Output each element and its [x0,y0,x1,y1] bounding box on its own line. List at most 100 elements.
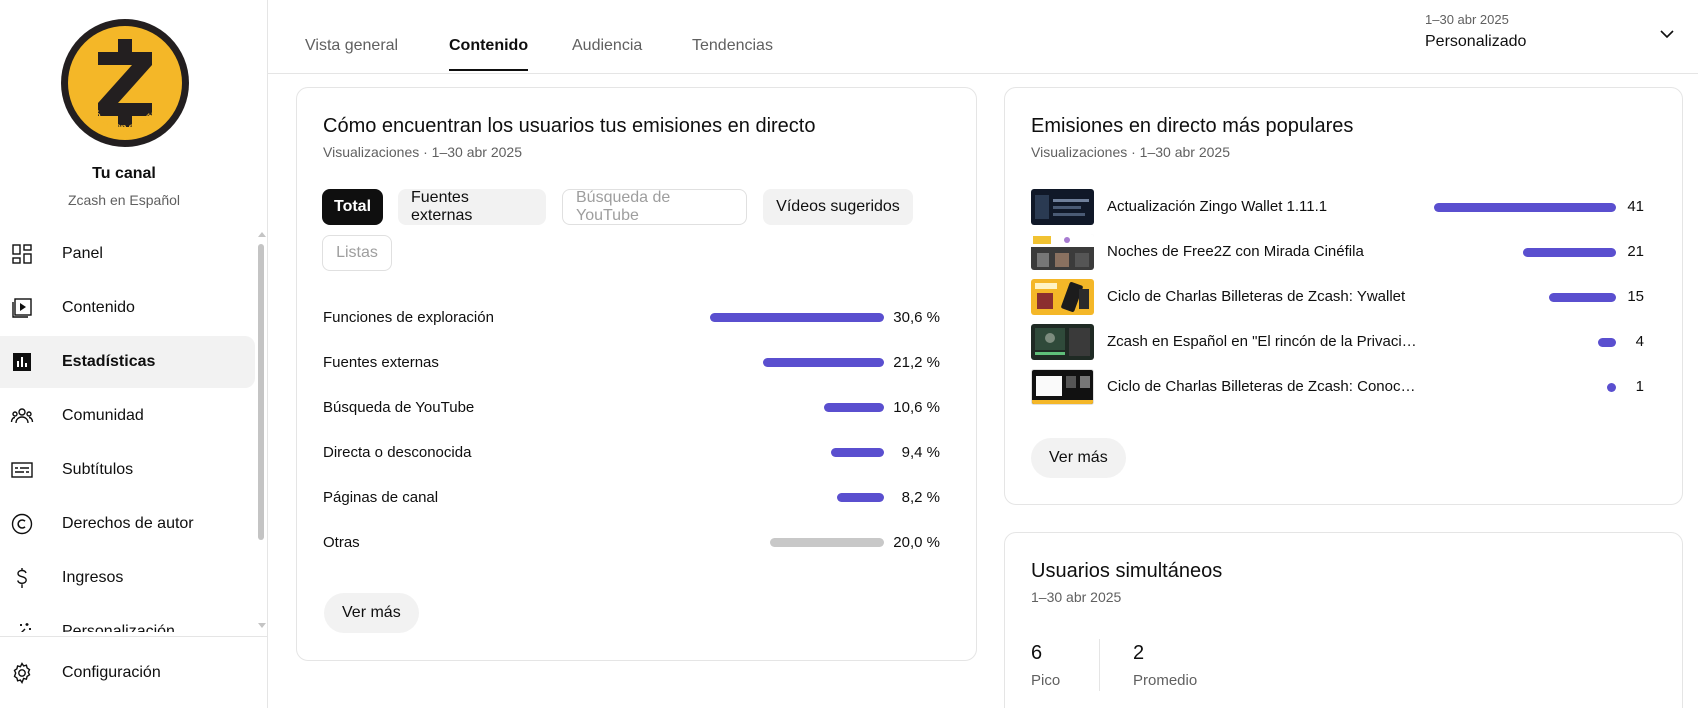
sidebar-item-label: Ingresos [62,569,124,586]
date-range-label: 1–30 abr 2025 [1425,12,1509,27]
views-value: 15 [1627,288,1644,305]
sidebar-item-settings[interactable]: Configuración [0,636,268,708]
popular-streams-card: Emisiones en directo más populares Visua… [1004,87,1683,505]
card-subtitle: Visualizaciones · 1–30 abr 2025 [323,144,522,160]
average-value: 2 [1133,642,1145,664]
source-row-value: 10,6 % [893,399,940,416]
source-bar-other [770,538,884,547]
source-bar [830,448,884,457]
views-bar [1607,383,1616,392]
tab-audience[interactable]: Audiencia [572,37,642,69]
video-thumbnail[interactable] [1031,279,1094,315]
dashboard-icon [12,244,32,264]
sidebar-item-analytics[interactable]: Estadísticas [0,336,255,388]
views-bar [1549,293,1616,302]
source-row-label: Páginas de canal [323,489,439,506]
sidebar-item-label: Subtítulos [62,461,134,478]
source-row-value: 30,6 % [893,309,940,326]
sidebar-item-label: Panel [62,245,103,262]
source-row-label: Funciones de exploración [323,309,494,326]
channel-title: Tu canal [92,165,156,182]
sidebar-item-community[interactable]: Comunidad [0,390,255,442]
sidebar-item-label: Personalización [62,623,175,632]
peak-value: 6 [1031,642,1043,664]
source-row-label: Búsqueda de YouTube [323,399,475,416]
views-value: 4 [1635,333,1644,350]
chip-total[interactable]: Total [322,189,383,225]
video-thumbnail[interactable] [1031,234,1094,270]
source-bar [823,403,884,412]
zcash-logo-icon: Zcash en español [88,39,162,134]
date-mode-label: Personalizado [1425,33,1527,50]
sidebar-item-label: Contenido [62,299,135,316]
subtitles-icon [11,462,33,478]
scroll-down-arrow-icon[interactable] [258,623,266,628]
source-row-value: 8,2 % [901,489,940,506]
source-bar [837,493,884,502]
sidebar-item-label: Estadísticas [62,353,156,370]
card-subtitle: Visualizaciones · 1–30 abr 2025 [1031,144,1230,160]
source-row-label: Fuentes externas [323,354,439,371]
card-title: Emisiones en directo más populares [1031,115,1354,137]
content-icon [12,298,32,318]
video-thumbnail[interactable] [1031,189,1094,225]
chevron-down-icon[interactable] [1657,24,1677,44]
video-title[interactable]: Noches de Free2Z con Mirada Cinéfila [1107,243,1364,260]
sidebar-item-subtitles[interactable]: Subtítulos [0,444,255,496]
views-bar [1522,248,1616,257]
views-bar [1598,338,1616,347]
source-row-value: 20,0 % [893,534,940,551]
average-label: Promedio [1133,672,1198,689]
sidebar-item-earn[interactable]: Ingresos [0,552,255,604]
sidebar-item-content[interactable]: Contenido [0,282,255,334]
sidebar-item-copyright[interactable]: Derechos de autor [0,498,255,550]
sidebar-item-label: Comunidad [62,407,144,424]
video-title[interactable]: Zcash en Español en "El rincón de la Pri… [1107,333,1417,350]
traffic-sources-card: Cómo encuentran los usuarios tus emision… [296,87,977,661]
chip-youtube-search: Búsqueda de YouTube [562,189,747,225]
studio-analytics-app: Zcash en español Tu canal Zcash en Españ… [0,0,1698,708]
sidebar: Zcash en español Tu canal Zcash en Españ… [0,0,268,708]
copyright-icon [11,513,33,535]
chip-suggested-videos[interactable]: Vídeos sugeridos [763,189,913,225]
source-bar [710,313,884,322]
card-title: Usuarios simultáneos [1031,560,1223,582]
source-row-label: Otras [323,534,360,551]
gear-icon [13,662,31,684]
video-title[interactable]: Ciclo de Charlas Billeteras de Zcash: Yw… [1107,288,1405,305]
scroll-up-arrow-icon[interactable] [258,232,266,237]
tab-content[interactable]: Contenido [449,37,529,71]
see-more-button[interactable]: Ver más [324,593,419,633]
sidebar-item-customization[interactable]: Personalización [0,606,255,632]
customization-icon [20,623,31,632]
chip-external-sources[interactable]: Fuentes externas [398,189,546,225]
channel-avatar[interactable]: Zcash en español [61,19,189,147]
source-bar [763,358,884,367]
earn-icon [17,568,27,588]
card-subtitle: 1–30 abr 2025 [1031,589,1122,605]
chip-playlists: Listas [322,235,392,271]
video-thumbnail[interactable] [1031,324,1094,360]
peak-label: Pico [1031,672,1061,689]
views-value: 1 [1635,378,1644,395]
sidebar-item-label: Configuración [62,664,161,681]
views-value: 41 [1627,198,1644,215]
see-more-button[interactable]: Ver más [1031,438,1126,478]
analytics-icon [13,353,31,371]
tab-overview[interactable]: Vista general [305,37,398,69]
stat-divider [1099,639,1100,691]
video-title[interactable]: Actualización Zingo Wallet 1.11.1 [1107,198,1327,215]
tab-trends[interactable]: Tendencias [692,37,773,69]
source-row-value: 9,4 % [901,444,940,461]
sidebar-scrollbar[interactable] [257,228,266,632]
sidebar-item-panel[interactable]: Panel [0,228,255,280]
scroll-thumb[interactable] [258,244,264,540]
views-value: 21 [1627,243,1644,260]
video-title[interactable]: Ciclo de Charlas Billeteras de Zcash: Co… [1107,378,1415,395]
channel-name: Zcash en Español [67,192,181,208]
video-thumbnail[interactable] [1031,369,1094,405]
source-row-label: Directa o desconocida [323,444,472,461]
views-bar [1434,203,1616,212]
concurrent-viewers-card: Usuarios simultáneos 1–30 abr 2025 6 Pic… [1004,532,1683,708]
sidebar-item-label: Derechos de autor [62,515,194,532]
